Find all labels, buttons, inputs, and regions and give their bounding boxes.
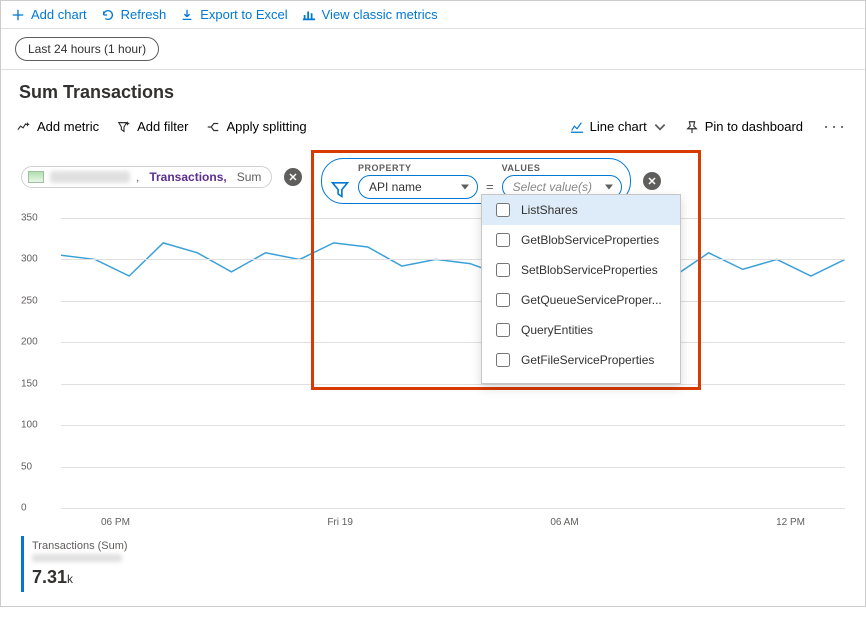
- y-tick-label: 50: [21, 461, 32, 472]
- chart-area: , Transactions, Sum PROPERTY API name: [1, 148, 865, 606]
- add-chart-label: Add chart: [31, 7, 87, 22]
- gridline: [61, 508, 845, 509]
- x-tick-label: 06 PM: [101, 517, 130, 528]
- y-tick-label: 100: [21, 420, 38, 431]
- gridline: [61, 342, 845, 343]
- gridline: [61, 301, 845, 302]
- values-option[interactable]: GetFileServiceProperties: [482, 345, 680, 375]
- refresh-icon: [101, 8, 115, 22]
- summary-value: 7.31k: [32, 567, 845, 588]
- values-option-checkbox[interactable]: [496, 383, 510, 384]
- gridline: [61, 259, 845, 260]
- add-filter-label: Add filter: [137, 119, 188, 134]
- export-label: Export to Excel: [200, 7, 287, 22]
- values-option-label: GetBlobServiceProperties: [521, 233, 659, 247]
- values-option-label: GetFileServiceProperties: [521, 353, 654, 367]
- refresh-label: Refresh: [121, 7, 167, 22]
- y-tick-label: 200: [21, 337, 38, 348]
- export-button[interactable]: Export to Excel: [180, 7, 287, 22]
- metric-name: Transactions,: [145, 170, 230, 184]
- values-option-label: QueryEntities: [521, 323, 593, 337]
- remove-metric-button[interactable]: [284, 168, 302, 186]
- values-option-checkbox[interactable]: [496, 263, 510, 277]
- summary-card: Transactions (Sum) 7.31k: [21, 536, 845, 592]
- property-dropdown[interactable]: API name: [358, 175, 478, 199]
- x-tick-label: 06 AM: [550, 517, 578, 528]
- x-tick-label: Fri 19: [327, 517, 353, 528]
- add-filter-button[interactable]: Add filter: [115, 115, 190, 138]
- color-swatch: [28, 171, 44, 183]
- timerange-row: Last 24 hours (1 hour): [1, 29, 865, 70]
- y-tick-label: 250: [21, 295, 38, 306]
- more-button[interactable]: ···: [819, 116, 851, 137]
- values-option[interactable]: GetBlobServiceProperties: [482, 225, 680, 255]
- values-option[interactable]: ListShares: [482, 195, 680, 225]
- resource-name-blurred: [50, 171, 130, 183]
- values-option-checkbox[interactable]: [496, 323, 510, 337]
- gridline: [61, 467, 845, 468]
- values-option[interactable]: QueryEntities: [482, 315, 680, 345]
- pin-label: Pin to dashboard: [705, 119, 803, 134]
- gridline: [61, 425, 845, 426]
- download-icon: [180, 8, 194, 22]
- add-chart-button[interactable]: Add chart: [11, 7, 87, 22]
- y-tick-label: 300: [21, 254, 38, 265]
- values-option-label: Unknown: [521, 383, 571, 384]
- chart-type-label: Line chart: [590, 119, 647, 134]
- classic-metrics-button[interactable]: View classic metrics: [302, 7, 438, 22]
- equals-label: =: [486, 179, 494, 194]
- classic-metrics-label: View classic metrics: [322, 7, 438, 22]
- values-header: VALUES: [502, 163, 622, 173]
- x-axis: 06 PM Fri 19 06 AM 12 PM: [61, 517, 845, 528]
- values-option-label: GetQueueServiceProper...: [521, 293, 662, 307]
- x-tick-label: 12 PM: [776, 517, 805, 528]
- values-option[interactable]: SetBlobServiceProperties: [482, 255, 680, 285]
- gridline: [61, 384, 845, 385]
- line-chart-icon: [570, 120, 584, 134]
- apply-splitting-button[interactable]: Apply splitting: [204, 115, 308, 138]
- values-option-label: SetBlobServiceProperties: [521, 263, 658, 277]
- close-icon: [289, 173, 297, 181]
- metric-toolbar: Add metric Add filter Apply splitting Li…: [1, 111, 865, 148]
- pin-button[interactable]: Pin to dashboard: [683, 115, 805, 138]
- top-toolbar: Add chart Refresh Export to Excel View c…: [1, 1, 865, 29]
- metric-agg: Sum: [233, 170, 266, 184]
- apply-splitting-label: Apply splitting: [226, 119, 306, 134]
- add-metric-label: Add metric: [37, 119, 99, 134]
- split-icon: [206, 120, 220, 134]
- summary-resource-blurred: [32, 554, 122, 562]
- pin-icon: [685, 120, 699, 134]
- filter-group: PROPERTY API name = VALUES Select value(…: [321, 158, 661, 204]
- remove-filter-button[interactable]: [643, 172, 661, 190]
- chart-type-button[interactable]: Line chart: [568, 115, 669, 138]
- y-tick-label: 350: [21, 213, 38, 224]
- values-option-checkbox[interactable]: [496, 293, 510, 307]
- filter-plus-icon: [117, 120, 131, 134]
- refresh-button[interactable]: Refresh: [101, 7, 167, 22]
- values-option-checkbox[interactable]: [496, 203, 510, 217]
- bar-chart-icon: [302, 8, 316, 22]
- chart-plot: 05010015020025030035006 PMFri 1906 AM12 …: [21, 218, 845, 528]
- values-option[interactable]: Unknown: [482, 375, 680, 384]
- y-tick-label: 150: [21, 378, 38, 389]
- close-icon: [648, 177, 656, 185]
- chevron-down-icon: [653, 120, 667, 134]
- filter-icon: [330, 179, 350, 199]
- property-header: PROPERTY: [358, 163, 478, 173]
- values-option-checkbox[interactable]: [496, 233, 510, 247]
- page-title: Sum Transactions: [1, 70, 865, 111]
- timerange-pill[interactable]: Last 24 hours (1 hour): [15, 37, 159, 61]
- add-metric-button[interactable]: Add metric: [15, 115, 101, 138]
- line-series: [61, 218, 845, 508]
- gridline: [61, 218, 845, 219]
- values-option[interactable]: GetQueueServiceProper...: [482, 285, 680, 315]
- plus-icon: [11, 8, 25, 22]
- values-option-checkbox[interactable]: [496, 353, 510, 367]
- sparkline-plus-icon: [17, 120, 31, 134]
- values-dropdown-list[interactable]: ListShares GetBlobServiceProperties SetBlo…: [481, 194, 681, 384]
- summary-label: Transactions (Sum): [32, 540, 845, 552]
- values-option-label: ListShares: [521, 203, 578, 217]
- y-tick-label: 0: [21, 503, 27, 514]
- metric-chip[interactable]: , Transactions, Sum: [21, 166, 272, 188]
